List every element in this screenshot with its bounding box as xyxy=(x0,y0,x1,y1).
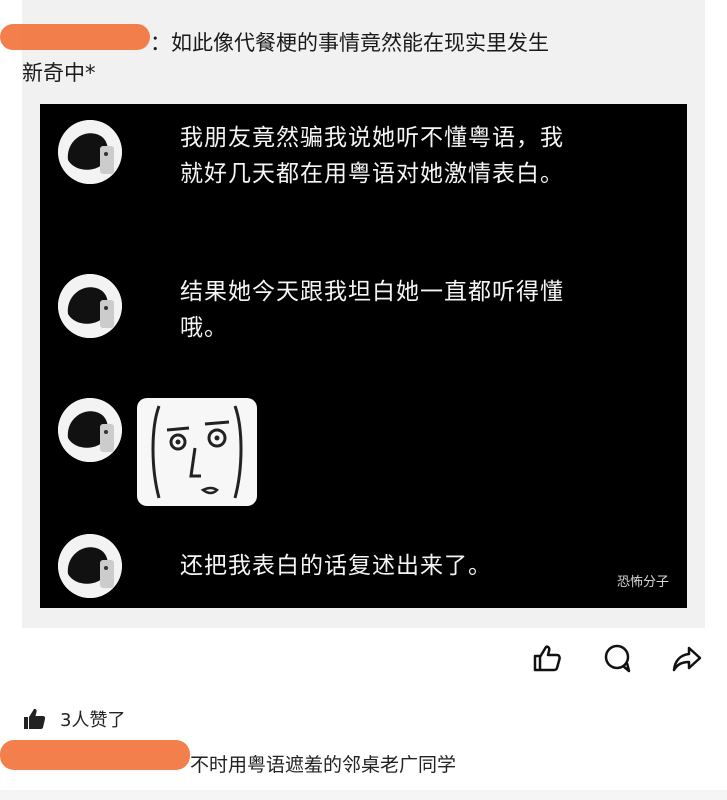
avatar xyxy=(58,274,122,338)
likes-summary[interactable]: 3人赞了 xyxy=(22,706,125,732)
avatar xyxy=(58,534,122,598)
comment-icon xyxy=(604,644,631,673)
likes-count: 3人赞了 xyxy=(60,710,126,731)
avatar xyxy=(58,120,122,184)
share-icon xyxy=(672,646,702,672)
comment-button[interactable] xyxy=(599,640,635,676)
avatar xyxy=(58,398,122,462)
watermark: 恐怖分子 xyxy=(616,575,669,590)
thumbs-up-icon xyxy=(533,645,561,672)
post-actions xyxy=(529,640,705,676)
bottom-divider xyxy=(0,790,727,800)
thumbs-up-icon xyxy=(24,708,46,729)
chat-message: 还把我表白的话复述出来了。 xyxy=(58,534,580,598)
chat-message-text: 还把我表白的话复述出来了。 xyxy=(180,553,492,579)
quoted-image[interactable]: 我朋友竟然骗我说她听不懂粤语，我就好几天都在用粤语对她激情表白。 结果她今天跟我… xyxy=(40,104,687,608)
meme-sticker xyxy=(137,398,257,506)
chat-message: 我朋友竟然骗我说她听不懂粤语，我就好几天都在用粤语对她激情表白。 xyxy=(58,120,580,192)
redacted-commenter xyxy=(0,740,190,770)
post-header-text: ：如此像代餐梗的事情竟然能在现实里发生 xyxy=(150,31,549,55)
chat-message: 结果她今天跟我坦白她一直都听得懂哦。 xyxy=(58,274,580,346)
chat-message xyxy=(58,398,122,462)
redacted-username xyxy=(0,24,150,50)
comment-text: 不时用粤语遮羞的邻桌老广同学 xyxy=(190,754,457,776)
post-header-subtext: 新奇中* xyxy=(22,61,96,85)
like-button[interactable] xyxy=(529,640,565,676)
chat-message-text: 我朋友竟然骗我说她听不懂粤语，我就好几天都在用粤语对她激情表白。 xyxy=(180,125,564,187)
share-button[interactable] xyxy=(669,640,705,676)
chat-message-text: 结果她今天跟我坦白她一直都听得懂哦。 xyxy=(180,279,564,341)
